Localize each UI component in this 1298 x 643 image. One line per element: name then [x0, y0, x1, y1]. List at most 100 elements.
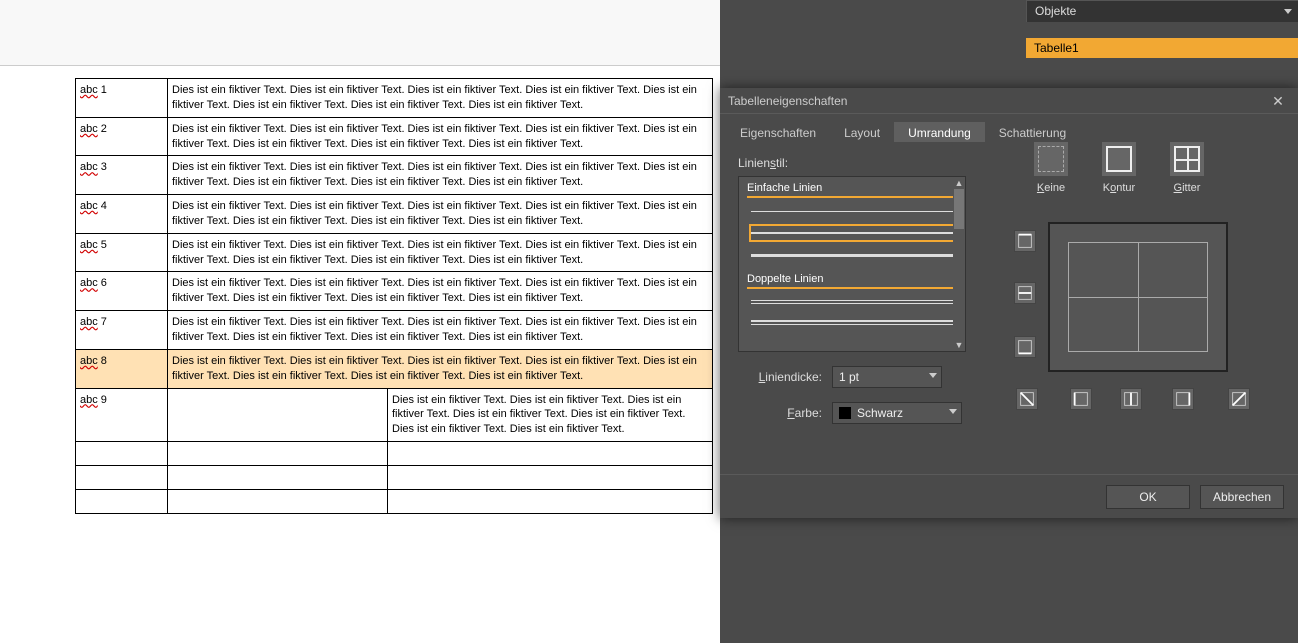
dialog-titlebar[interactable]: Tabelleneigenschaften ✕ — [720, 88, 1298, 114]
table-cell-text[interactable]: Dies ist ein fiktiver Text. Dies ist ein… — [168, 117, 713, 156]
table-row[interactable]: abc 7Dies ist ein fiktiver Text. Dies is… — [76, 311, 713, 350]
table-cell-text[interactable]: Dies ist ein fiktiver Text. Dies ist ein… — [168, 349, 713, 388]
scroll-down-icon[interactable]: ▼ — [953, 339, 965, 351]
thickness-value: 1 pt — [839, 370, 859, 384]
objects-panel-body: Tabelle1 — [1026, 30, 1298, 70]
table-cell-label[interactable]: abc 8 — [76, 349, 168, 388]
objects-panel-title: Objekte — [1035, 4, 1076, 18]
tab-eigenschaften[interactable]: Eigenschaften — [726, 122, 830, 142]
margin-guide — [0, 65, 720, 66]
preset-grid-icon — [1170, 142, 1204, 176]
document-paper[interactable]: abc 1Dies ist ein fiktiver Text. Dies is… — [0, 0, 720, 643]
page-header-margin — [0, 0, 720, 65]
table-row[interactable]: abc 5Dies ist ein fiktiver Text. Dies is… — [76, 233, 713, 272]
ok-button[interactable]: OK — [1106, 485, 1190, 509]
table-cell-text[interactable]: Dies ist ein fiktiver Text. Dies ist ein… — [168, 272, 713, 311]
tab-schattierung[interactable]: Schattierung — [985, 122, 1080, 142]
table-cell-empty[interactable] — [168, 442, 388, 466]
thickness-label: Liniendicke: — [738, 370, 822, 384]
edge-toggle-bottom[interactable] — [1014, 336, 1036, 358]
edge-toggle-diag-up[interactable] — [1228, 388, 1250, 410]
table-cell-label[interactable]: abc 4 — [76, 195, 168, 234]
table-cell-text[interactable]: Dies ist ein fiktiver Text. Dies ist ein… — [168, 233, 713, 272]
dialog-body: Linienstil: Einfache Linien Doppelte Lin… — [720, 142, 1298, 474]
object-item[interactable]: Tabelle1 — [1026, 38, 1298, 58]
table-cell-empty[interactable] — [168, 489, 388, 513]
table-cell-empty[interactable] — [168, 388, 388, 442]
table-properties-dialog: Tabelleneigenschaften ✕ EigenschaftenLay… — [720, 88, 1298, 518]
tab-umrandung[interactable]: Umrandung — [894, 122, 985, 142]
table-row[interactable]: abc 3Dies ist ein fiktiver Text. Dies is… — [76, 156, 713, 195]
table-cell-empty[interactable] — [388, 442, 713, 466]
table-cell-empty[interactable] — [76, 489, 168, 513]
border-preset-row: Keine Kontur Gitter — [1000, 142, 1298, 194]
table-cell-text[interactable]: Dies ist ein fiktiver Text. Dies ist ein… — [168, 156, 713, 195]
border-preview-section: Keine Kontur Gitter — [1000, 142, 1298, 474]
line-style-double-thin[interactable] — [749, 295, 955, 309]
chevron-down-icon — [949, 409, 957, 414]
table-cell-label[interactable]: abc 2 — [76, 117, 168, 156]
edge-toggle-h-middle[interactable] — [1014, 282, 1036, 304]
table-row-empty[interactable] — [76, 489, 713, 513]
content-table[interactable]: abc 1Dies ist ein fiktiver Text. Dies is… — [75, 78, 713, 514]
table-row[interactable]: abc 4Dies ist ein fiktiver Text. Dies is… — [76, 195, 713, 234]
dialog-close-button[interactable]: ✕ — [1258, 88, 1298, 114]
table-cell-empty[interactable] — [76, 465, 168, 489]
preset-grid[interactable]: Gitter — [1166, 142, 1208, 194]
color-label: Farbe: — [738, 406, 822, 420]
table-cell-label[interactable]: abc 3 — [76, 156, 168, 195]
style-list-scrollbar[interactable]: ▲ ▼ — [953, 177, 965, 351]
table-cell-label[interactable]: abc 1 — [76, 79, 168, 118]
table-cell-label[interactable]: abc 6 — [76, 272, 168, 311]
scroll-up-icon[interactable]: ▲ — [953, 177, 965, 189]
table-cell-empty[interactable] — [388, 465, 713, 489]
edge-toggle-v-middle[interactable] — [1120, 388, 1142, 410]
table-cell-empty[interactable] — [168, 465, 388, 489]
table-row[interactable]: abc 1Dies ist ein fiktiver Text. Dies is… — [76, 79, 713, 118]
table-row[interactable]: abc 9 Dies ist ein fiktiver Text. Dies is… — [76, 388, 713, 442]
preset-none[interactable]: Keine — [1030, 142, 1072, 194]
line-style-list[interactable]: Einfache Linien Doppelte Linien ▲ ▼ — [738, 176, 966, 352]
style-group-simple: Einfache Linien — [739, 177, 965, 196]
line-style-double-med[interactable] — [749, 315, 955, 329]
chevron-down-icon — [929, 373, 937, 378]
table-cell-label[interactable]: abc 5 — [76, 233, 168, 272]
preset-none-icon — [1034, 142, 1068, 176]
line-style-hairline[interactable] — [749, 204, 955, 218]
objects-panel-header[interactable]: Objekte — [1026, 0, 1298, 22]
edge-toggle-top[interactable] — [1014, 230, 1036, 252]
table-cell-text[interactable]: Dies ist ein fiktiver Text. Dies ist ein… — [388, 388, 713, 442]
table-cell-label[interactable]: abc 7 — [76, 311, 168, 350]
thickness-combo[interactable]: 1 pt — [832, 366, 942, 388]
dialog-footer: OK Abbrechen — [720, 474, 1298, 518]
border-preview-grid — [1068, 242, 1208, 352]
table-row[interactable]: abc 2Dies ist ein fiktiver Text. Dies is… — [76, 117, 713, 156]
border-preview[interactable] — [1048, 222, 1228, 372]
line-style-medium-selected[interactable] — [749, 224, 955, 242]
preset-outline-icon — [1102, 142, 1136, 176]
group-divider — [747, 196, 957, 198]
table-row[interactable]: abc 6Dies ist ein fiktiver Text. Dies is… — [76, 272, 713, 311]
color-swatch-icon — [839, 407, 851, 419]
tab-layout[interactable]: Layout — [830, 122, 894, 142]
edge-toggle-right[interactable] — [1172, 388, 1194, 410]
table-cell-text[interactable]: Dies ist ein fiktiver Text. Dies ist ein… — [168, 195, 713, 234]
document-area: abc 1Dies ist ein fiktiver Text. Dies is… — [0, 0, 790, 643]
table-cell-text[interactable]: Dies ist ein fiktiver Text. Dies ist ein… — [168, 311, 713, 350]
edge-toggle-diag-down[interactable] — [1016, 388, 1038, 410]
color-combo[interactable]: Schwarz — [832, 402, 962, 424]
edge-toggle-left[interactable] — [1070, 388, 1092, 410]
line-style-thick[interactable] — [749, 248, 955, 262]
table-row[interactable]: abc 8Dies ist ein fiktiver Text. Dies is… — [76, 349, 713, 388]
color-value: Schwarz — [857, 406, 903, 420]
table-cell-empty[interactable] — [388, 489, 713, 513]
cancel-button[interactable]: Abbrechen — [1200, 485, 1284, 509]
scroll-thumb[interactable] — [954, 189, 964, 229]
style-group-double: Doppelte Linien — [739, 268, 965, 287]
preset-outline[interactable]: Kontur — [1098, 142, 1140, 194]
table-row-empty[interactable] — [76, 442, 713, 466]
table-cell-label[interactable]: abc 9 — [76, 388, 168, 442]
table-cell-empty[interactable] — [76, 442, 168, 466]
table-cell-text[interactable]: Dies ist ein fiktiver Text. Dies ist ein… — [168, 79, 713, 118]
table-row-empty[interactable] — [76, 465, 713, 489]
